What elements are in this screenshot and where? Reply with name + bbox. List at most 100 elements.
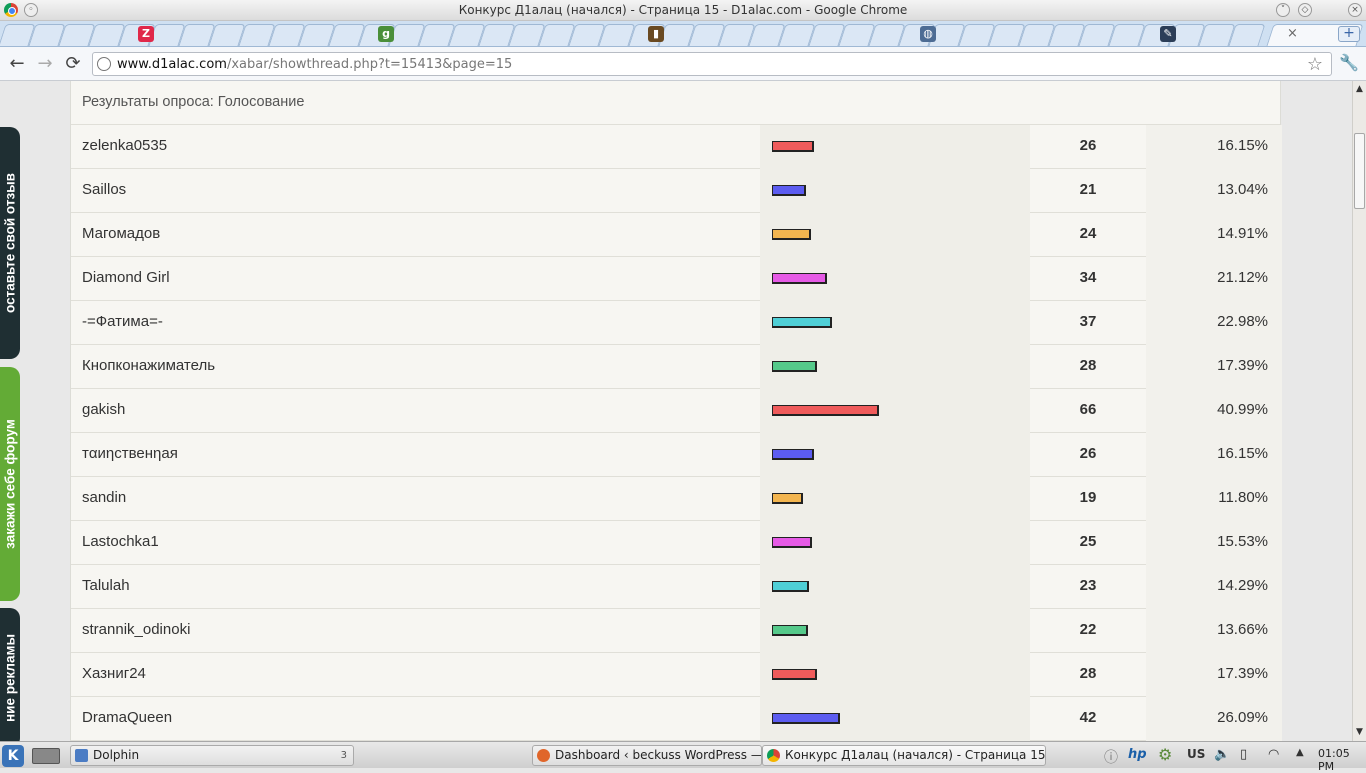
poll-row: Talulah 23 14.29% bbox=[71, 565, 1282, 609]
hp-tray-icon[interactable]: hp bbox=[1128, 747, 1147, 762]
vote-bar bbox=[772, 493, 803, 504]
new-tab-button[interactable]: + bbox=[1338, 26, 1360, 42]
poll-row: Магомадов 24 14.91% bbox=[71, 213, 1282, 257]
volume-icon[interactable]: 🔈 bbox=[1214, 747, 1230, 762]
vote-bar bbox=[772, 317, 832, 328]
firefox-icon bbox=[537, 749, 550, 762]
option-name: zelenka0535 bbox=[82, 137, 168, 154]
globe-icon bbox=[97, 57, 111, 71]
vote-percent: 11.80% bbox=[1218, 489, 1268, 506]
vote-count: 37 bbox=[1079, 313, 1097, 330]
tab-favicon-icon: ▮ bbox=[648, 26, 664, 42]
back-button[interactable]: ← bbox=[6, 53, 28, 75]
folder-icon bbox=[75, 749, 88, 762]
option-name: -=Фатима=- bbox=[82, 313, 163, 330]
vote-count: 26 bbox=[1079, 137, 1097, 154]
vote-count: 28 bbox=[1079, 357, 1097, 374]
vote-count: 25 bbox=[1079, 533, 1097, 550]
poll-row: strannik_odinoki 22 13.66% bbox=[71, 609, 1282, 653]
poll-title: Результаты опроса: Голосование bbox=[82, 94, 305, 110]
close-tab-icon[interactable]: × bbox=[1287, 26, 1298, 41]
ads-side-tab[interactable]: ние рекламы bbox=[0, 608, 20, 741]
window-titlebar: ◦ Конкурс Д1алац (начался) - Страница 15… bbox=[0, 0, 1366, 21]
vote-percent: 17.39% bbox=[1217, 665, 1268, 682]
vote-percent: 17.39% bbox=[1217, 357, 1268, 374]
order-forum-side-tab[interactable]: закажи себе форум bbox=[0, 367, 20, 601]
bookmark-star-icon[interactable]: ☆ bbox=[1307, 54, 1323, 75]
scroll-down-arrow[interactable]: ▼ bbox=[1353, 726, 1366, 739]
minimize-button[interactable]: ˅ bbox=[1276, 3, 1290, 17]
maximize-button[interactable]: ◇ bbox=[1298, 3, 1312, 17]
tab-strip: Zg ▮ ◍ ✎ × + bbox=[0, 21, 1366, 47]
vote-count: 26 bbox=[1079, 445, 1097, 462]
vote-bar bbox=[772, 537, 812, 548]
option-name: gakish bbox=[82, 401, 126, 418]
vote-count: 22 bbox=[1079, 621, 1097, 638]
poll-row: Хазниг24 28 17.39% bbox=[71, 653, 1282, 697]
poll-header: Результаты опроса: Голосование bbox=[71, 81, 1280, 125]
info-tray-icon[interactable]: ⓘ bbox=[1104, 747, 1118, 767]
vote-count: 23 bbox=[1079, 577, 1097, 594]
chrome-task-icon bbox=[767, 749, 780, 762]
show-desktop-icon[interactable] bbox=[32, 748, 60, 764]
task-wordpress[interactable]: Dashboard ‹ beckuss WordPress — Wo... bbox=[532, 745, 762, 766]
tray-expand-icon[interactable]: ▲ bbox=[1296, 747, 1304, 758]
poll-row: -=Фатима=- 37 22.98% bbox=[71, 301, 1282, 345]
reload-button[interactable]: ⟳ bbox=[62, 53, 84, 75]
poll-row: gakish 66 40.99% bbox=[71, 389, 1282, 433]
option-name: Хазниг24 bbox=[82, 665, 146, 682]
vote-count: 42 bbox=[1079, 709, 1097, 726]
vote-count: 28 bbox=[1079, 665, 1097, 682]
option-name: strannik_odinoki bbox=[82, 621, 191, 638]
poll-row: Lastochka1 25 15.53% bbox=[71, 521, 1282, 565]
wrench-menu-icon[interactable]: 🔧 bbox=[1339, 53, 1359, 72]
vote-count: 34 bbox=[1079, 269, 1097, 286]
option-name: Diamond Girl bbox=[82, 269, 170, 286]
scroll-up-arrow[interactable]: ▲ bbox=[1353, 83, 1366, 96]
task-chrome[interactable]: Конкурс Д1алац (начался) - Страница 15 -… bbox=[762, 745, 1046, 766]
close-window-button[interactable]: × bbox=[1348, 3, 1362, 17]
wifi-icon[interactable]: ◠ bbox=[1268, 747, 1279, 762]
vote-percent: 16.15% bbox=[1217, 445, 1268, 462]
address-bar[interactable]: www.d1alac.com/xabar/showthread.php?t=15… bbox=[92, 52, 1332, 76]
vote-percent: 21.12% bbox=[1217, 269, 1268, 286]
vote-bar bbox=[772, 361, 817, 372]
battery-icon[interactable]: ▯ bbox=[1240, 747, 1247, 762]
poll-row: DramaQueen 42 26.09% bbox=[71, 697, 1282, 741]
option-name: Магомадов bbox=[82, 225, 161, 242]
vote-count: 19 bbox=[1079, 489, 1097, 506]
feedback-side-tab[interactable]: оставьте свой отзыв bbox=[0, 127, 20, 359]
vote-bar bbox=[772, 449, 814, 460]
vote-count: 24 bbox=[1079, 225, 1097, 242]
tab-favicon-icon: g bbox=[378, 26, 394, 42]
scroll-thumb[interactable] bbox=[1354, 133, 1365, 209]
vote-bar bbox=[772, 581, 809, 592]
vote-bar bbox=[772, 669, 817, 680]
vote-count: 66 bbox=[1079, 401, 1097, 418]
window-title: Конкурс Д1алац (начался) - Страница 15 -… bbox=[458, 3, 908, 17]
tab-favicon-icon: Z bbox=[138, 26, 154, 42]
vote-percent: 40.99% bbox=[1217, 401, 1268, 418]
page-scrollbar[interactable]: ▲ ▼ bbox=[1352, 81, 1366, 741]
url-text: www.d1alac.com/xabar/showthread.php?t=15… bbox=[117, 57, 513, 72]
clock: 01:05 PM bbox=[1318, 747, 1350, 773]
system-taskbar: K Dolphin 3 Dashboard ‹ beckuss WordPres… bbox=[0, 741, 1366, 773]
option-name: тαиηственηая bbox=[82, 445, 178, 462]
option-name: DramaQueen bbox=[82, 709, 173, 726]
vote-percent: 13.66% bbox=[1217, 621, 1268, 638]
poll-row: sandin 19 11.80% bbox=[71, 477, 1282, 521]
poll-row: тαиηственηая 26 16.15% bbox=[71, 433, 1282, 477]
vote-percent: 14.91% bbox=[1217, 225, 1268, 242]
tab-inactive[interactable] bbox=[1228, 24, 1266, 46]
option-name: Кнопконажиматель bbox=[82, 357, 216, 374]
vote-percent: 26.09% bbox=[1217, 709, 1268, 726]
vote-percent: 22.98% bbox=[1217, 313, 1268, 330]
forward-button[interactable]: → bbox=[34, 53, 56, 75]
kde-menu-button[interactable]: K bbox=[2, 745, 24, 767]
gear-tray-icon[interactable]: ⚙ bbox=[1158, 745, 1172, 764]
task-dolphin[interactable]: Dolphin 3 bbox=[70, 745, 354, 766]
keyboard-layout[interactable]: US bbox=[1187, 747, 1205, 761]
vote-percent: 14.29% bbox=[1217, 577, 1268, 594]
vote-bar bbox=[772, 185, 806, 196]
poll-row: Saillos 21 13.04% bbox=[71, 169, 1282, 213]
